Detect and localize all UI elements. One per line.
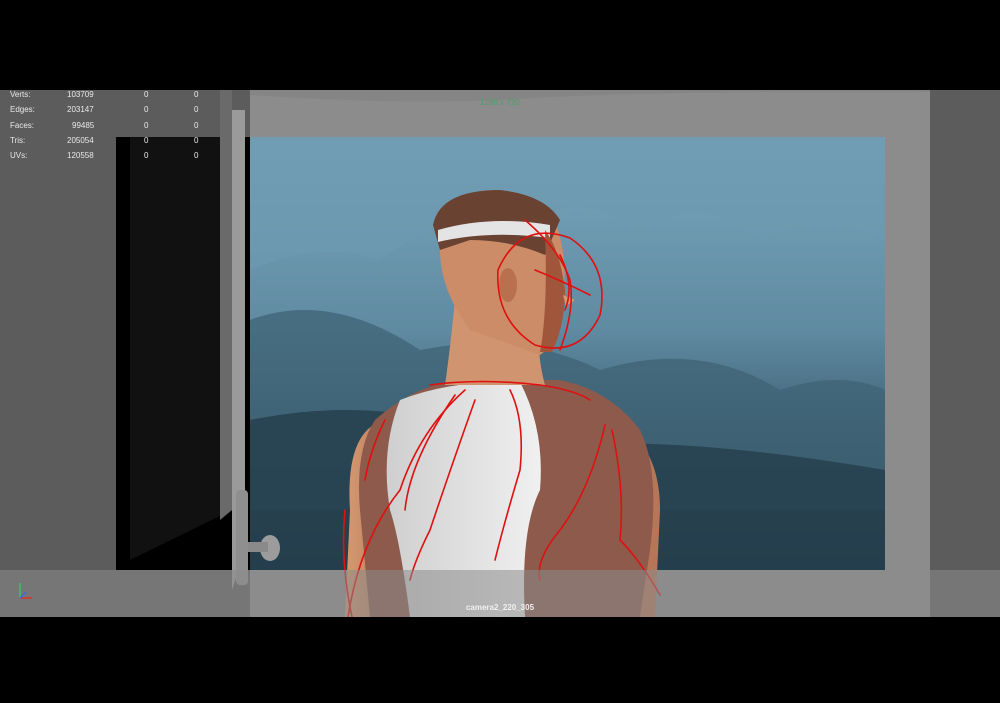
hud-label: Faces:: [10, 120, 35, 130]
hud-label: UVs:: [10, 151, 28, 161]
xyz-axis-icon: [19, 583, 32, 599]
ear: [499, 268, 517, 302]
camera-name-label: camera2_220_305: [465, 603, 535, 612]
hud-uv-selected: 0: [194, 105, 199, 115]
hud-label: Verts:: [10, 90, 31, 99]
hud-selected: 0: [144, 120, 149, 130]
hud-value: 99485: [72, 120, 95, 130]
hud-value: 205054: [67, 135, 94, 145]
resolution-gate-label: 1280 x 720: [480, 98, 520, 107]
hud-value: 203147: [67, 105, 94, 115]
hud-selected: 0: [144, 90, 149, 99]
hud-uv-selected: 0: [194, 135, 199, 145]
hud-label: Edges:: [10, 105, 35, 115]
hud-selected: 0: [144, 135, 149, 145]
maya-viewport[interactable]: Verts: 103709 0 0 Edges: 203147 0 0 Face…: [0, 90, 1000, 617]
hud-selected: 0: [144, 105, 149, 115]
door-panel: [130, 137, 232, 560]
viewport-scene: [0, 90, 1000, 617]
hud-selected: 0: [144, 151, 149, 161]
hud-label: Tris:: [10, 135, 26, 145]
hud-value: 120558: [67, 151, 94, 161]
hud-value: 103709: [67, 90, 94, 99]
hud-uv-selected: 0: [194, 120, 199, 130]
hud-uv-selected: 0: [194, 151, 199, 161]
hud-uv-selected: 0: [194, 90, 199, 99]
